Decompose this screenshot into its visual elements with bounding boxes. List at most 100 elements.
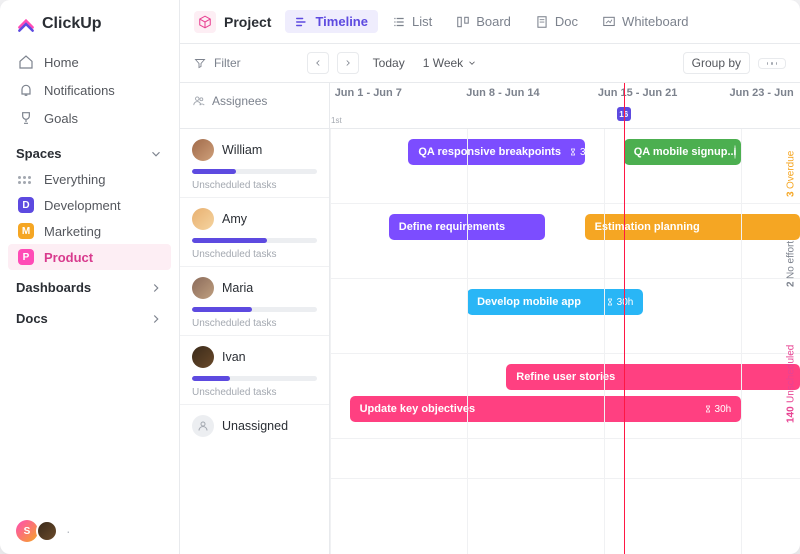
- person-ivan[interactable]: Ivan Unscheduled tasks: [180, 336, 329, 405]
- filter-icon: [194, 57, 206, 69]
- chevron-left-icon: [313, 58, 323, 68]
- view-doc[interactable]: Doc: [525, 10, 588, 33]
- people-icon: [192, 94, 206, 108]
- estimate-badge: 30h: [696, 404, 732, 415]
- nav-home-label: Home: [44, 55, 79, 70]
- dashboards-header[interactable]: Dashboards: [0, 270, 179, 301]
- person-maria[interactable]: Maria Unscheduled tasks: [180, 267, 329, 336]
- space-product[interactable]: P Product: [8, 244, 171, 270]
- project-chip[interactable]: Project: [194, 11, 271, 33]
- task-qa-mobile[interactable]: QA mobile signup.. i: [624, 139, 742, 165]
- view-timeline[interactable]: Timeline: [285, 10, 378, 33]
- presence-more: ·: [66, 523, 71, 539]
- grid-icon: [18, 176, 34, 184]
- badge-unscheduled[interactable]: 140Unscheduled: [782, 309, 800, 459]
- brand-name: ClickUp: [42, 15, 102, 33]
- badge-no-effort[interactable]: 2No effort: [782, 219, 800, 309]
- avatar: [192, 277, 214, 299]
- unscheduled-link[interactable]: Unscheduled tasks: [192, 318, 317, 329]
- primary-nav: Home Notifications Goals: [0, 44, 179, 136]
- brand-logo[interactable]: ClickUp: [0, 0, 179, 44]
- side-badges: 3Overdue 2No effort 140Unscheduled: [782, 129, 800, 554]
- view-list[interactable]: List: [382, 10, 442, 33]
- space-everything[interactable]: Everything: [0, 167, 179, 192]
- estimate-badge: 30h: [598, 297, 634, 308]
- gantt-row-unassigned: [330, 439, 800, 479]
- space-marketing[interactable]: M Marketing: [0, 218, 179, 244]
- chevron-down-icon: [149, 147, 163, 161]
- timeline-icon: [295, 15, 309, 29]
- gantt-row-maria: Develop mobile app 30h: [330, 279, 800, 354]
- gantt-chart[interactable]: Jun 1 - Jun 7 Jun 8 - Jun 14 Jun 15 - Ju…: [330, 83, 800, 554]
- unscheduled-link[interactable]: Unscheduled tasks: [192, 249, 317, 260]
- workload-bar: [192, 238, 317, 243]
- today-line: [624, 83, 625, 554]
- chevron-right-icon: [149, 312, 163, 326]
- space-letter-icon: P: [18, 249, 34, 265]
- avatar: [192, 346, 214, 368]
- bell-icon: [18, 82, 34, 98]
- nav-notifications-label: Notifications: [44, 83, 115, 98]
- space-product-label: Product: [44, 250, 93, 265]
- assignees-header[interactable]: Assignees: [180, 83, 329, 129]
- person-william[interactable]: William Unscheduled tasks: [180, 129, 329, 198]
- unscheduled-link[interactable]: Unscheduled tasks: [192, 180, 317, 191]
- avatar: [192, 208, 214, 230]
- group-by-button[interactable]: Group by: [683, 52, 750, 74]
- chevron-right-icon: [149, 281, 163, 295]
- unscheduled-link[interactable]: Unscheduled tasks: [192, 387, 317, 398]
- list-icon: [392, 15, 406, 29]
- gantt-row-amy: Define requirements Estimation planning: [330, 204, 800, 279]
- chevron-down-icon: [467, 58, 477, 68]
- filter-label[interactable]: Filter: [214, 56, 241, 70]
- space-development[interactable]: D Development: [0, 192, 179, 218]
- avatar-peer: [36, 520, 58, 542]
- person-unassigned[interactable]: Unassigned: [180, 405, 329, 443]
- docs-header[interactable]: Docs: [0, 301, 179, 332]
- unassigned-icon: [192, 415, 214, 437]
- space-development-label: Development: [44, 198, 121, 213]
- chevron-right-icon: [343, 58, 353, 68]
- prev-button[interactable]: [307, 52, 329, 74]
- workload-bar: [192, 307, 317, 312]
- date-header: Jun 1 - Jun 7 Jun 8 - Jun 14 Jun 15 - Ju…: [330, 83, 800, 129]
- task-update-objectives[interactable]: Update key objectives 30h: [350, 396, 742, 422]
- home-icon: [18, 54, 34, 70]
- next-button[interactable]: [337, 52, 359, 74]
- view-board[interactable]: Board: [446, 10, 521, 33]
- nav-home[interactable]: Home: [8, 48, 171, 76]
- view-whiteboard[interactable]: Whiteboard: [592, 10, 698, 33]
- nav-notifications[interactable]: Notifications: [8, 76, 171, 104]
- app-root: ClickUp Home Notifications Goals Spaces …: [0, 0, 800, 554]
- person-amy[interactable]: Amy Unscheduled tasks: [180, 198, 329, 267]
- assignee-column: Assignees William Unscheduled tasks Amy …: [180, 83, 330, 554]
- board-icon: [456, 15, 470, 29]
- range-selector[interactable]: 1 Week: [423, 56, 477, 70]
- nav-goals[interactable]: Goals: [8, 104, 171, 132]
- space-letter-icon: D: [18, 197, 34, 213]
- task-estimation-planning[interactable]: Estimation planning: [585, 214, 800, 240]
- space-everything-label: Everything: [44, 172, 105, 187]
- project-name: Project: [224, 14, 271, 30]
- nav-goals-label: Goals: [44, 111, 78, 126]
- spaces-header-label: Spaces: [16, 146, 62, 161]
- clickup-logo-icon: [16, 14, 36, 34]
- space-marketing-label: Marketing: [44, 224, 101, 239]
- today-button[interactable]: Today: [373, 56, 405, 70]
- sidebar: ClickUp Home Notifications Goals Spaces …: [0, 0, 180, 554]
- trophy-icon: [18, 110, 34, 126]
- main-panel: Project Timeline List Board Doc Whiteboa…: [180, 0, 800, 554]
- task-qa-breakpoints[interactable]: QA responsive breakpoints 30h: [408, 139, 584, 165]
- more-button[interactable]: [758, 58, 786, 69]
- gantt-row-ivan: Refine user stories Update key objective…: [330, 354, 800, 439]
- task-refine-stories[interactable]: Refine user stories: [506, 364, 800, 390]
- spaces-header[interactable]: Spaces: [0, 136, 179, 167]
- badge-overdue[interactable]: 3Overdue: [782, 129, 800, 219]
- presence-bar[interactable]: S ·: [0, 508, 179, 554]
- info-icon: i: [734, 145, 737, 159]
- space-letter-icon: M: [18, 223, 34, 239]
- task-develop-mobile[interactable]: Develop mobile app 30h: [467, 289, 643, 315]
- cube-icon: [194, 11, 216, 33]
- view-tabs: Project Timeline List Board Doc Whiteboa…: [180, 0, 800, 44]
- doc-icon: [535, 15, 549, 29]
